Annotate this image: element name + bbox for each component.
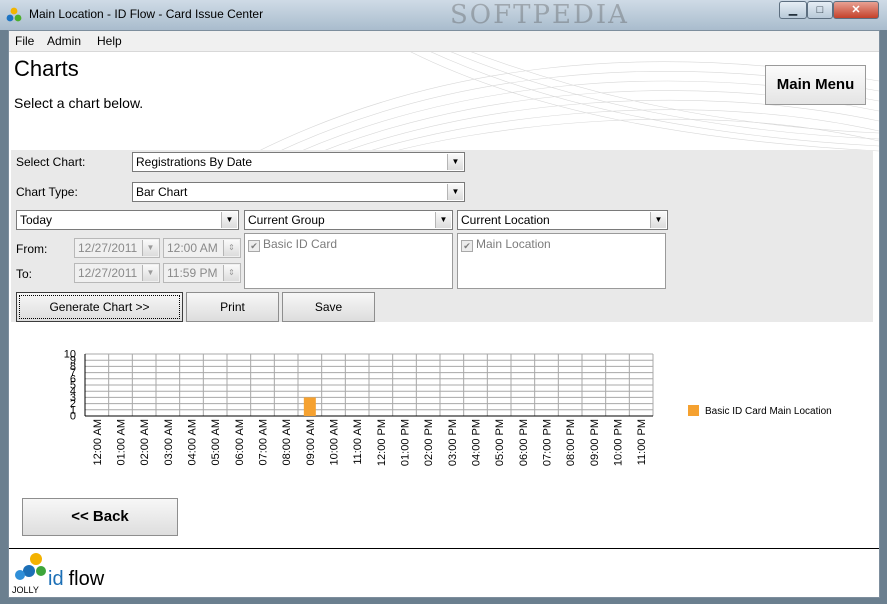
select-chart-value: Registrations By Date [136,155,253,169]
chart-legend: Basic ID Card Main Location [688,405,832,417]
from-label: From: [16,242,48,256]
x-tick-label: 09:00 PM [589,419,601,466]
x-tick-label: 11:00 PM [636,419,648,465]
x-tick-label: 12:00 AM [92,419,104,465]
page-subtitle: Select a chart below. [14,95,144,111]
x-tick-label: 07:00 PM [542,419,554,466]
x-tick-label: 06:00 PM [518,419,530,466]
y-tick-label: 10 [64,349,76,361]
period-value: Today [20,213,53,227]
brand-name: id flow [48,568,104,591]
list-item[interactable]: ✔ Main Location [461,237,551,252]
group-dropdown[interactable]: Current Group ▼ [244,210,453,230]
x-tick-label: 09:00 AM [305,419,317,465]
spinner-arrows-icon: ⇕ [223,265,239,281]
to-date-value: 12/27/2011 [78,266,138,280]
chevron-down-icon: ▼ [447,184,463,200]
chevron-down-icon: ▼ [447,154,463,170]
chart-type-dropdown[interactable]: Bar Chart ▼ [132,182,465,202]
x-tick-label: 05:00 PM [494,419,506,466]
close-button[interactable]: ✕ [833,1,879,19]
chevron-down-icon: ▼ [142,265,158,281]
chevron-down-icon: ▼ [221,212,237,228]
location-dropdown[interactable]: Current Location ▼ [457,210,668,230]
period-dropdown[interactable]: Today ▼ [16,210,239,230]
to-time-value: 11:59 PM [167,266,218,280]
brand-flow: flow [68,568,105,590]
app-window: File Admin Help Charts Select a chart be… [8,30,880,598]
print-button[interactable]: Print [186,292,279,322]
x-tick-label: 05:00 AM [210,419,222,465]
x-tick-label: 10:00 PM [613,419,625,466]
x-tick-label: 03:00 AM [163,419,175,465]
x-tick-label: 02:00 PM [423,419,435,466]
brand-id: id [48,568,64,590]
chevron-down-icon: ▼ [142,240,158,256]
maximize-button[interactable]: □ [807,1,833,19]
x-tick-label: 08:00 PM [565,419,577,466]
legend-label: Basic ID Card Main Location [705,406,832,417]
checkbox-icon: ✔ [461,240,473,252]
list-item-label: Main Location [476,237,551,251]
title-bar: Main Location - ID Flow - Card Issue Cen… [0,0,887,30]
from-date-value: 12/27/2011 [78,241,138,255]
x-tick-label: 01:00 PM [400,419,412,466]
spinner-arrows-icon: ⇕ [223,240,239,256]
menu-help[interactable]: Help [97,34,122,48]
x-tick-label: 07:00 AM [258,419,270,465]
location-value: Current Location [461,213,550,227]
save-button[interactable]: Save [282,292,375,322]
main-menu-button[interactable]: Main Menu [765,65,866,105]
list-item-label: Basic ID Card [263,237,338,251]
minimize-button[interactable]: ▁ [779,1,807,19]
x-tick-label: 01:00 AM [116,419,128,465]
back-button[interactable]: << Back [22,498,178,536]
chart-type-label: Chart Type: [16,185,78,199]
x-tick-label: 04:00 AM [187,419,199,465]
page-title: Charts [14,56,79,81]
legend-swatch [688,405,699,416]
x-tick-label: 04:00 PM [471,419,483,466]
menu-file[interactable]: File [15,34,34,48]
chevron-down-icon: ▼ [650,212,666,228]
from-date-picker[interactable]: 12/27/2011 ▼ [74,238,160,258]
to-label: To: [16,267,33,281]
location-list[interactable]: ✔ Main Location [457,233,666,289]
chevron-down-icon: ▼ [435,212,451,228]
generate-chart-button[interactable]: Generate Chart >> [16,292,183,322]
select-chart-dropdown[interactable]: Registrations By Date ▼ [132,152,465,172]
x-tick-label: 12:00 PM [376,419,388,466]
watermark: SOFTPEDIA [450,0,629,30]
select-chart-label: Select Chart: [16,155,86,169]
menu-bar: File Admin Help [9,31,879,52]
x-tick-label: 11:00 AM [352,419,364,465]
bar [303,397,316,416]
x-tick-label: 06:00 AM [234,419,246,465]
x-tick-label: 03:00 PM [447,419,459,466]
menu-admin[interactable]: Admin [47,34,81,48]
group-value: Current Group [248,213,325,227]
to-date-picker[interactable]: 12/27/2011 ▼ [74,263,160,283]
chart-options-panel: Select Chart: Registrations By Date ▼ Ch… [11,150,873,322]
group-list[interactable]: ✔ Basic ID Card [244,233,453,289]
from-time-value: 12:00 AM [167,241,218,255]
to-time-spinner[interactable]: 11:59 PM ⇕ [163,263,241,283]
jolly-logo: JOLLY [12,553,46,595]
app-icon [6,7,22,22]
x-tick-label: 10:00 AM [329,419,341,465]
list-item[interactable]: ✔ Basic ID Card [248,237,337,252]
from-time-spinner[interactable]: 12:00 AM ⇕ [163,238,241,258]
x-tick-label: 08:00 AM [281,419,293,465]
window-title: Main Location - ID Flow - Card Issue Cen… [29,7,264,21]
checkbox-icon: ✔ [248,240,260,252]
logo-caption: JOLLY [12,585,39,595]
footer-divider [9,548,879,549]
chart-type-value: Bar Chart [136,185,188,199]
x-tick-label: 02:00 AM [139,419,151,465]
